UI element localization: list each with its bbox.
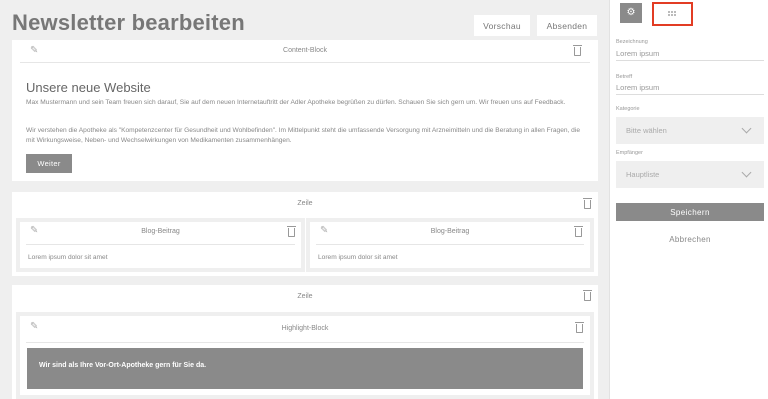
row-2: Zeile ✎ Highlight-Block Wir sind als Ihr… xyxy=(12,285,598,399)
content-paragraph-1: Max Mustermann und sein Team freuen sich… xyxy=(26,99,566,106)
category-select[interactable]: Bitte wählen xyxy=(616,117,764,144)
delete-trash-icon[interactable] xyxy=(287,226,296,237)
divider xyxy=(26,244,295,245)
recipient-value: Hauptliste xyxy=(626,170,660,179)
blog-block-1-text: Lorem ipsum dolor sit amet xyxy=(28,254,108,261)
blog-block-1: ✎ Blog-Beitrag Lorem ipsum dolor sit ame… xyxy=(16,218,305,272)
divider xyxy=(26,342,584,343)
content-paragraph-2: Wir verstehen die Apotheke als "Kompeten… xyxy=(26,127,580,144)
delete-row-trash-icon[interactable] xyxy=(583,198,592,209)
blog-block-2: ✎ Blog-Beitrag Lorem ipsum dolor sit ame… xyxy=(306,218,594,272)
delete-trash-icon[interactable] xyxy=(575,322,584,333)
divider xyxy=(316,244,584,245)
category-label: Kategorie xyxy=(616,106,640,112)
grid-icon xyxy=(668,11,677,16)
designation-label: Bezeichnung xyxy=(616,39,648,45)
send-button[interactable]: Absenden xyxy=(537,15,597,36)
recipient-select[interactable]: Hauptliste xyxy=(616,161,764,188)
page-title: Newsletter bearbeiten xyxy=(12,10,245,35)
subject-underline xyxy=(616,94,764,95)
highlight-banner: Wir sind als Ihre Vor-Ort-Apotheke gern … xyxy=(27,348,583,389)
recipient-label: Empfänger xyxy=(616,150,643,156)
gear-icon[interactable]: ⚙ xyxy=(620,3,642,23)
grid-view-button[interactable] xyxy=(652,2,693,26)
subject-field[interactable]: Lorem ipsum xyxy=(616,83,659,92)
chevron-down-icon xyxy=(741,123,752,134)
row-1-caption: Zeile xyxy=(297,200,313,207)
row-1: Zeile ✎ Blog-Beitrag Lorem ipsum dolor s… xyxy=(12,192,598,276)
chevron-down-icon xyxy=(741,167,752,178)
content-block: ✎ Content-Block Unsere neue Website Max … xyxy=(12,40,598,181)
delete-trash-icon[interactable] xyxy=(574,226,583,237)
blog-block-1-caption: Blog-Beitrag xyxy=(141,228,180,235)
blog-block-2-text: Lorem ipsum dolor sit amet xyxy=(318,254,398,261)
highlight-block: ✎ Highlight-Block Wir sind als Ihre Vor-… xyxy=(16,312,594,399)
continue-button[interactable]: Weiter xyxy=(26,154,72,173)
highlight-text: Wir sind als Ihre Vor-Ort-Apotheke gern … xyxy=(39,362,207,369)
category-value: Bitte wählen xyxy=(626,126,667,135)
designation-underline xyxy=(616,60,764,61)
designation-field[interactable]: Lorem ipsum xyxy=(616,49,659,58)
preview-button[interactable]: Vorschau xyxy=(474,15,530,36)
row-2-caption: Zeile xyxy=(297,293,313,300)
cancel-button[interactable]: Abbrechen xyxy=(616,232,764,246)
delete-trash-icon[interactable] xyxy=(573,45,582,56)
highlight-block-caption: Highlight-Block xyxy=(281,325,329,332)
blog-block-2-caption: Blog-Beitrag xyxy=(430,228,470,235)
subject-label: Betreff xyxy=(616,74,633,80)
content-block-caption: Content-Block xyxy=(283,47,327,54)
save-button[interactable]: Speichern xyxy=(616,203,764,221)
divider xyxy=(20,62,590,63)
delete-row-trash-icon[interactable] xyxy=(583,290,592,301)
content-heading: Unsere neue Website xyxy=(26,80,151,95)
